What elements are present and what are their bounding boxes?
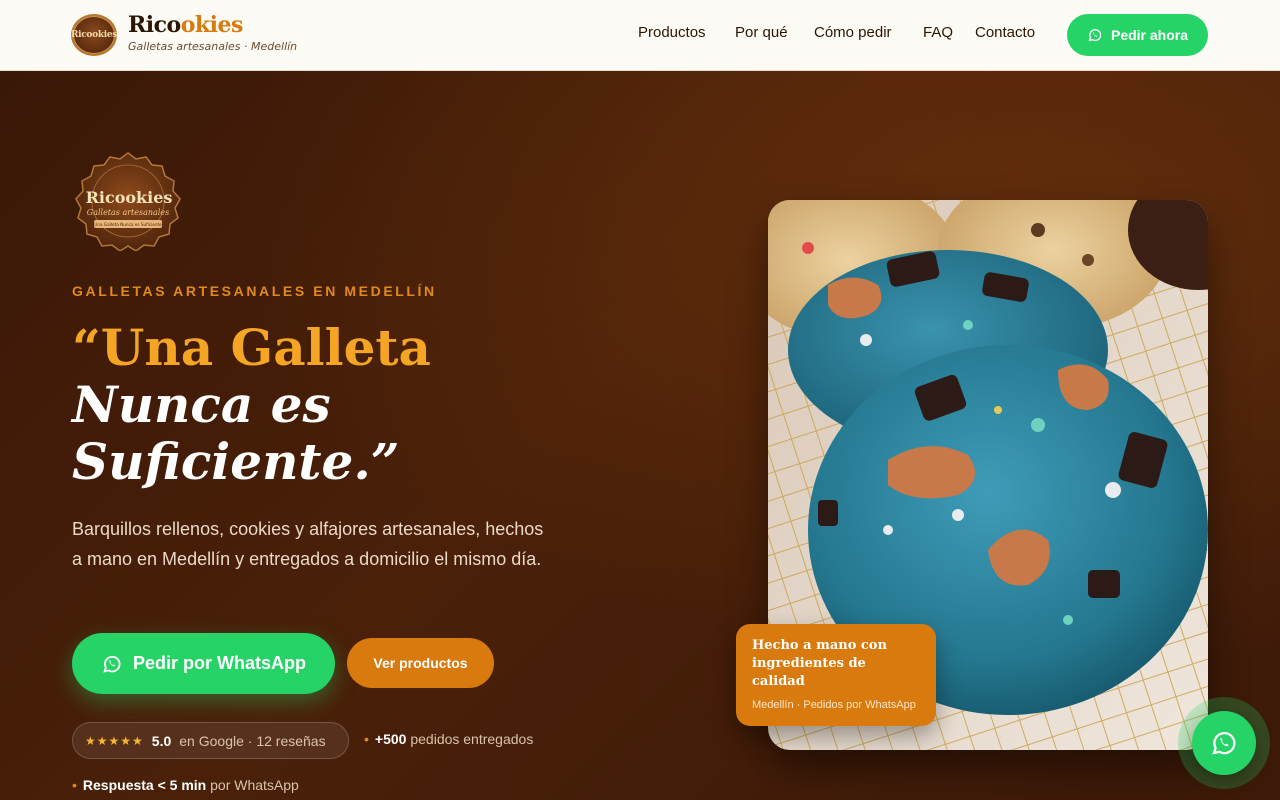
caption-subtitle: Medellín · Pedidos por WhatsApp [752,699,916,711]
hero-badge-subtitle: Galletas artesanales [87,208,169,217]
hero-badge-ribbon: Una Galleta Nunca es Suficiente [94,222,162,227]
nav-link-faq[interactable]: FAQ [923,24,953,41]
hero-badge-title: Ricookies [86,188,173,207]
hero-section: Ricookies Galletas artesanales Una Galle… [0,71,1280,800]
pedir-ahora-button[interactable]: Pedir ahora [1067,14,1208,56]
rating-source: en Google · 12 reseñas [179,732,326,749]
site-header: Ricookies Ricookies Galletas artesanales… [0,0,1280,71]
star-icon: ★★★★★ [85,733,144,748]
ver-productos-button[interactable]: Ver productos [347,638,494,688]
headline-line-1: “Una Galleta [72,318,431,377]
pedir-whatsapp-button[interactable]: Pedir por WhatsApp [72,633,335,694]
response-label: por WhatsApp [210,777,299,793]
caption-title: Hecho a mano con ingredientes de calidad [752,638,887,689]
whatsapp-icon [103,655,121,673]
nav-link-productos[interactable]: Productos [638,24,706,41]
pedir-whatsapp-label: Pedir por WhatsApp [132,653,306,673]
whatsapp-icon [1212,732,1236,755]
google-rating-pill: ★★★★★ 5.0 en Google · 12 reseñas [72,722,349,759]
nav-link-por-que[interactable]: Por qué [735,24,788,41]
response-value: Respuesta < 5 min [82,777,207,793]
pedir-ahora-label: Pedir ahora [1110,27,1189,43]
bullet-dot: • [72,777,77,793]
whatsapp-icon [1088,29,1102,42]
hero-kicker: GALLETAS ARTESANALES EN MEDELLÍN [72,283,437,299]
whatsapp-floating-button[interactable] [1178,697,1270,789]
hero-lead: Barquillos rellenos, cookies y alfajores… [72,519,544,569]
photo-caption-card: Hecho a mano con ingredientes de calidad… [736,624,936,726]
nav-link-contacto[interactable]: Contacto [975,24,1035,41]
hero-badge-logo: Ricookies Galletas artesanales Una Galle… [75,152,181,251]
rating-score: 5.0 [151,732,172,749]
nav-link-como-pedir[interactable]: Cómo pedir [814,24,892,41]
bullet-dot: • [364,731,369,747]
headline-line-3: Suficiente.” [72,432,400,491]
orders-label: pedidos entregados [410,731,534,747]
whatsapp-floating-inner [1192,711,1256,775]
headline-line-2: Nunca es [72,375,331,434]
orders-value: +500 [374,731,407,747]
response-stat: • Respuesta < 5 min por WhatsApp [72,777,299,793]
hero-headline: “Una Galleta Nunca es Suficiente.” [72,319,592,490]
orders-stat: • +500 pedidos entregados [364,731,533,747]
